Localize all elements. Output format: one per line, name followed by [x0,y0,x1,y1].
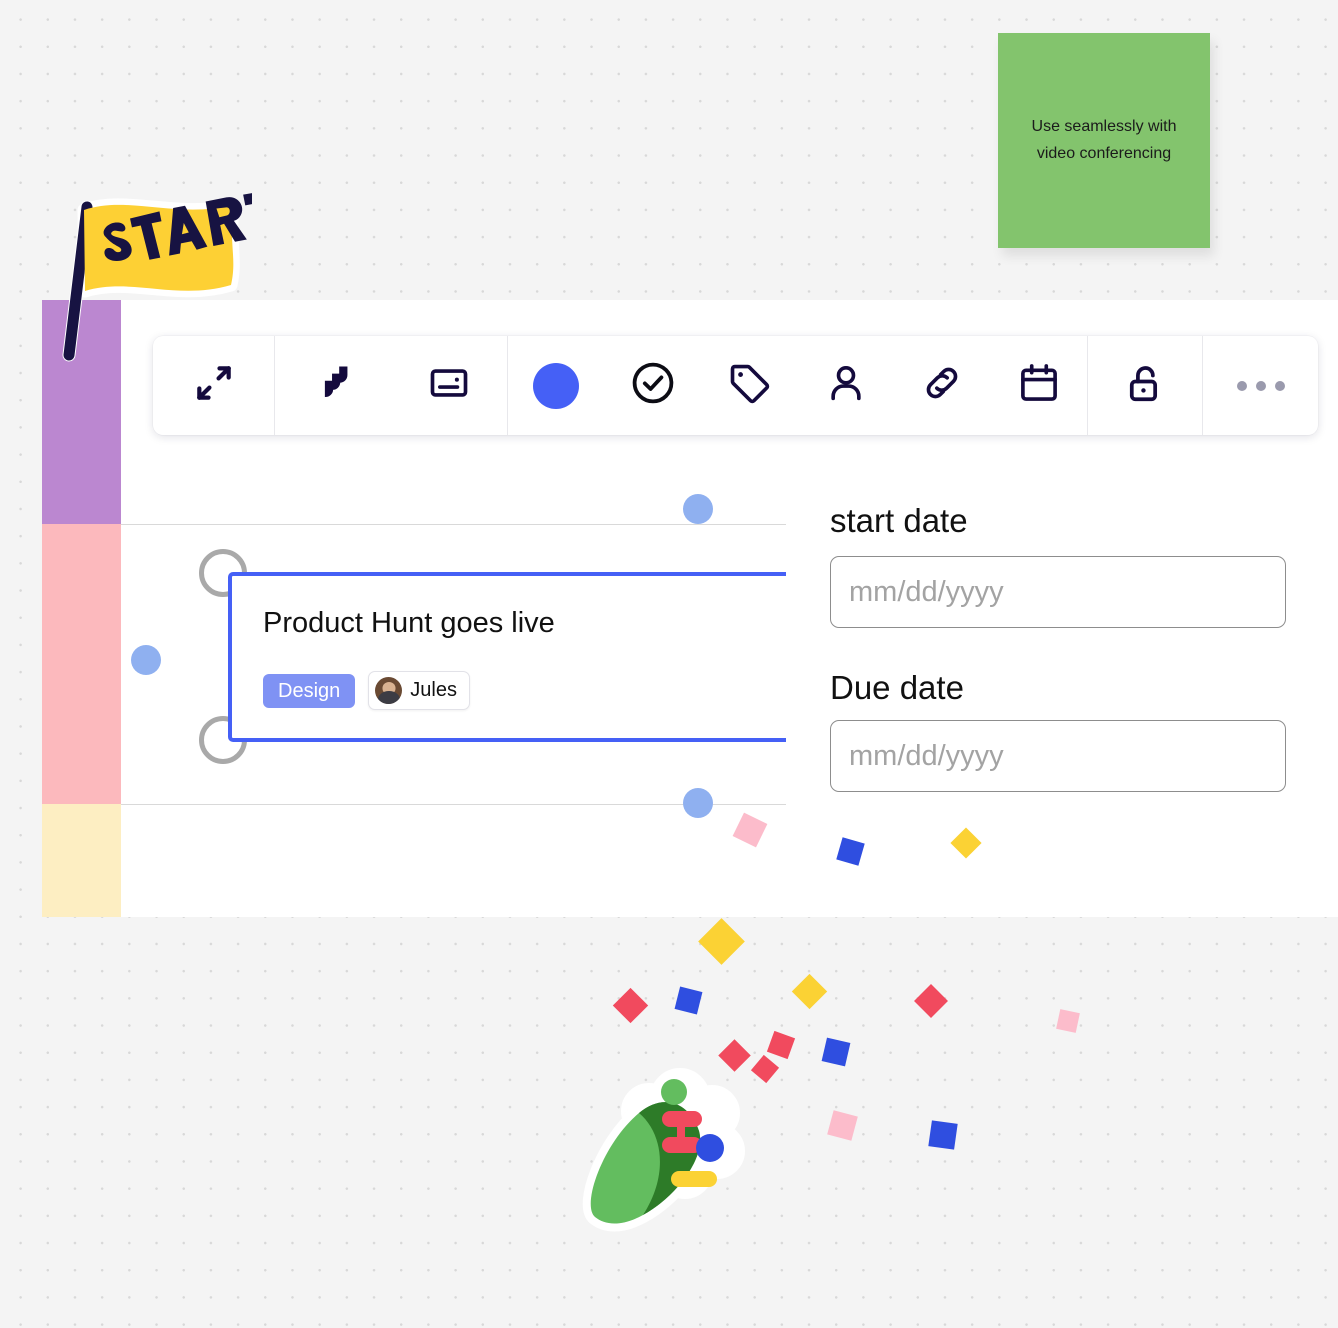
tag-icon [726,360,772,411]
check-circle-icon [629,359,677,412]
unlock-icon [1122,360,1168,411]
calendar-icon [1016,360,1062,411]
toolbar-group-integrations [275,336,507,435]
confetti-piece [698,918,745,965]
task-card-meta: Design Jules [263,671,470,710]
card-fields-icon [427,361,471,410]
date-panel: start date Due date [786,447,1338,894]
jira-icon [311,361,355,410]
more-options-icon [1236,380,1285,391]
sticky-note[interactable]: Use seamlessly with video conferencing [998,33,1210,248]
task-card[interactable]: Product Hunt goes live Design Jules [228,572,868,742]
timeline-dot[interactable] [683,788,713,818]
lock-button[interactable] [1088,336,1202,435]
card-toolbar [153,336,1318,435]
party-popper-sticker[interactable] [573,1065,745,1240]
confetti-piece [612,987,649,1024]
mark-done-button[interactable] [605,336,702,435]
confetti-piece [928,1120,958,1150]
toolbar-group-card-actions [508,336,1087,435]
card-fields-button[interactable] [391,336,507,435]
toolbar-group-more [1203,336,1318,435]
link-icon [919,360,965,411]
lane-color-bar-yellow [42,804,121,917]
person-icon [823,360,869,411]
tag-button[interactable] [701,336,798,435]
avatar [375,677,403,704]
assignee-chip[interactable]: Jules [368,671,470,710]
toolbar-group-lock [1088,336,1202,435]
start-flag-sticker[interactable] [57,189,277,373]
start-date-label: start date [830,502,968,539]
confetti-piece [766,1030,796,1060]
timeline-dot[interactable] [683,494,713,524]
jira-button[interactable] [275,336,391,435]
color-swatch-icon [533,362,580,409]
lane-color-bar-pink [42,524,121,804]
timeline-dot[interactable] [131,645,161,675]
confetti-piece [821,1037,851,1067]
assignee-name: Jules [410,679,457,701]
sticky-note-text: Use seamlessly with video conferencing [1031,118,1177,162]
tag-chip-design[interactable]: Design [263,673,356,708]
confetti-piece [750,1054,780,1084]
more-options-button[interactable] [1203,336,1318,435]
task-card-title: Product Hunt goes live [263,607,555,639]
link-button[interactable] [894,336,991,435]
confetti-piece [791,973,828,1010]
confetti-piece [674,986,703,1015]
confetti-piece [827,1110,858,1141]
confetti-piece [914,984,948,1018]
color-swatch-button[interactable] [508,336,605,435]
assignee-button[interactable] [798,336,895,435]
dates-button[interactable] [991,336,1088,435]
due-date-label: Due date [830,669,964,706]
start-date-input[interactable] [830,556,1286,628]
due-date-input[interactable] [830,720,1286,792]
confetti-piece [1056,1009,1080,1033]
